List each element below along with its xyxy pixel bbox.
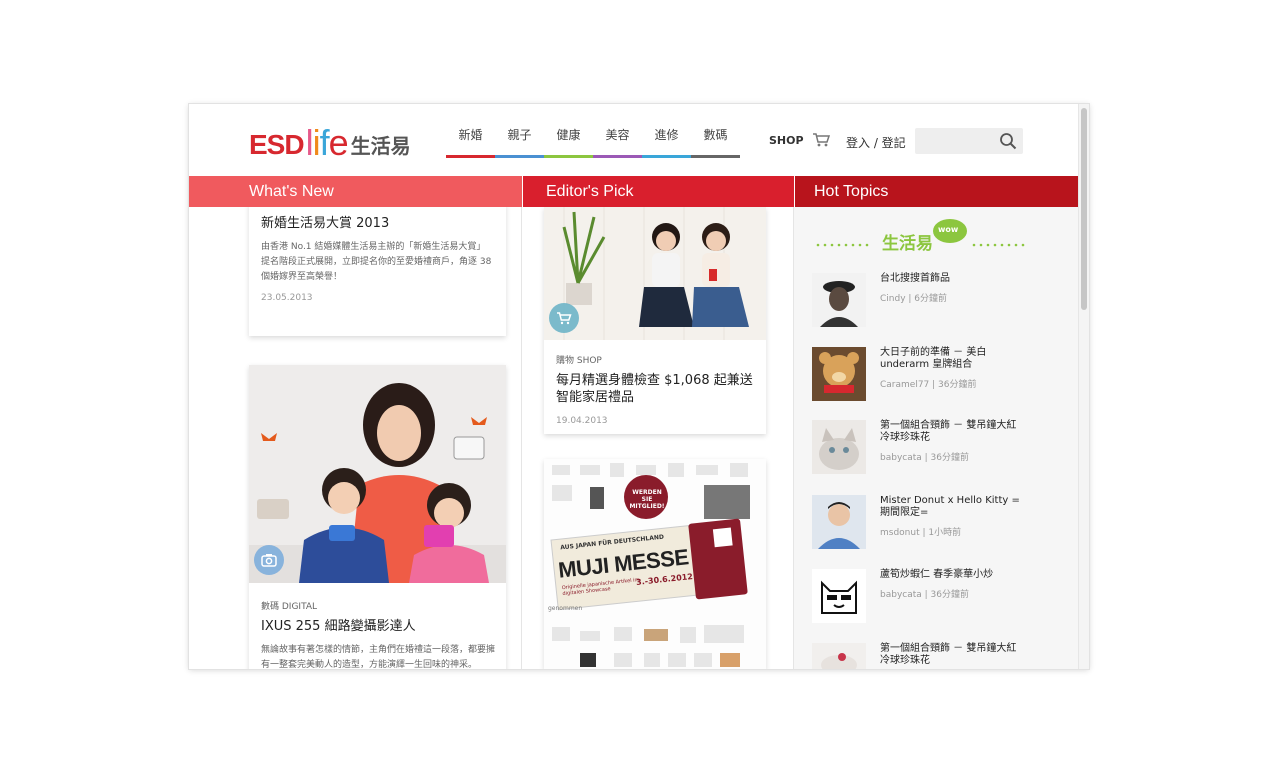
editors-pick-header: Editor's Pick <box>523 176 794 207</box>
nav-item-parenting[interactable]: 親子 <box>495 126 544 158</box>
nav-item-education[interactable]: 進修 <box>642 126 691 158</box>
hot-topic-item[interactable]: 蘆筍炒蝦仁 春季豪華小炒 babycata | 36分鐘前 <box>812 569 1052 629</box>
logo-esd: ESD <box>249 129 305 160</box>
news-card[interactable]: 數碼 DIGITAL IXUS 255 細路變攝影達人 無論故事有著怎樣的情節，… <box>249 365 506 669</box>
news-date: 23.05.2013 <box>261 293 313 303</box>
hot-topic-meta: Cindy | 6分鐘前 <box>880 294 948 304</box>
login-link[interactable]: 登入 / 登記 <box>846 134 906 151</box>
shopping-cart-badge-icon <box>549 303 579 333</box>
nav-item-digital[interactable]: 數碼 <box>691 126 740 158</box>
news-title: IXUS 255 細路變攝影達人 <box>261 619 416 634</box>
pick-date: 19.04.2013 <box>556 416 608 426</box>
nav-item-beauty[interactable]: 美容 <box>593 126 642 158</box>
nav-item-health[interactable]: 健康 <box>544 126 593 158</box>
logo-chinese: 生活易 <box>350 134 411 158</box>
poster-badge: WERDEN SIE MITGLIED! <box>629 489 665 510</box>
hot-topic-thumb <box>812 495 866 549</box>
hot-topic-title: Mister Donut x Hello Kitty =期間限定= <box>880 495 1020 518</box>
editors-pick-column: 購物 SHOP 每月精選身體檢查 $1,068 起兼送智能家居禮品 19.04.… <box>522 207 794 669</box>
shop-link[interactable]: SHOP <box>769 132 830 148</box>
nav-label: 進修 <box>654 128 679 142</box>
wow-label: 生活易 <box>882 234 933 254</box>
family-camera-photo <box>249 365 506 583</box>
news-title: 新婚生活易大賞 2013 <box>261 216 390 231</box>
whats-new-header: What's New <box>189 176 522 207</box>
hot-topic-title: 第一個組合頸飾 － 雙吊鐘大紅冷球珍珠花 <box>880 420 1017 443</box>
hot-topic-item[interactable]: 台北搜搜首飾品 Cindy | 6分鐘前 <box>812 273 1052 333</box>
hot-topic-item[interactable]: 第一個組合頸飾 － 雙吊鐘大紅冷球珍珠花 <box>812 643 1052 669</box>
hot-topic-item[interactable]: 第一個組合頸飾 － 雙吊鐘大紅冷球珍珠花 babycata | 36分鐘前 <box>812 420 1052 480</box>
hot-topic-meta: babycata | 36分鐘前 <box>880 590 969 600</box>
news-card[interactable]: 新婚生活易大賞 2013 由香港 No.1 結婚媒體生活易主辦的「新婚生活易大賞… <box>249 207 506 336</box>
search-box <box>915 128 1023 154</box>
hot-topic-title: 台北搜搜首飾品 <box>880 273 950 284</box>
vertical-scrollbar[interactable] <box>1078 104 1089 669</box>
cart-icon <box>812 133 830 147</box>
nav-label: 親子 <box>507 128 532 142</box>
hot-topic-meta: babycata | 36分鐘前 <box>880 453 969 463</box>
news-category: 數碼 DIGITAL <box>261 602 318 612</box>
hot-topic-thumb <box>812 347 866 401</box>
hot-topic-item[interactable]: Mister Donut x Hello Kitty =期間限定= msdonut… <box>812 495 1052 555</box>
nav-label: 新婚 <box>458 128 483 142</box>
nav-item-wedding[interactable]: 新婚 <box>446 126 495 158</box>
nav-label: 數碼 <box>703 128 728 142</box>
hot-topic-title: 第一個組合頸飾 － 雙吊鐘大紅冷球珍珠花 <box>880 643 1017 666</box>
search-input[interactable] <box>915 128 993 154</box>
site-logo[interactable]: ESD life 生活易 <box>249 120 411 163</box>
wow-badge: WOW <box>938 225 959 234</box>
whats-new-column: 新婚生活易大賞 2013 由香港 No.1 結婚媒體生活易主辦的「新婚生活易大賞… <box>189 207 522 669</box>
hot-topic-meta: msdonut | 1小時前 <box>880 528 962 538</box>
pick-category: 購物 SHOP <box>556 356 602 366</box>
muji-messe-poster: WERDEN SIE MITGLIED! AUS JAPAN FÜR DEUTS… <box>544 459 766 669</box>
hot-topic-title: 蘆筍炒蝦仁 春季豪華小炒 <box>880 569 994 580</box>
hot-topics-header: Hot Topics <box>795 176 1078 207</box>
nav-label: 美容 <box>605 128 630 142</box>
pick-card[interactable]: WERDEN SIE MITGLIED! AUS JAPAN FÜR DEUTS… <box>544 459 766 669</box>
search-icon[interactable] <box>999 132 1017 150</box>
column-header-bar: What's New Editor's Pick Hot Topics <box>189 176 1078 207</box>
hot-topics-column: 生活易 WOW 台北搜搜首飾品 Cindy | 6分鐘前 大日子前的準備 － 美白… <box>794 207 1079 669</box>
hot-topic-title: 大日子前的準備 － 美白 underarm 皇牌組合 <box>880 347 987 370</box>
logo-life: life <box>305 122 349 163</box>
hot-topic-thumb <box>812 643 866 669</box>
main-nav: 新婚 親子 健康 美容 進修 數碼 <box>446 126 740 158</box>
scrollbar-thumb[interactable] <box>1081 108 1087 310</box>
hot-topic-item[interactable]: 大日子前的準備 － 美白 underarm 皇牌組合 Caramel77 | 36… <box>812 347 1052 407</box>
wow-logo: 生活易 WOW <box>814 217 1044 257</box>
pick-title: 每月精選身體檢查 $1,068 起兼送智能家居禮品 <box>556 373 753 405</box>
hot-topic-meta: Caramel77 | 36分鐘前 <box>880 380 977 390</box>
news-desc: 由香港 No.1 結婚媒體生活易主辦的「新婚生活易大賞」提名階段正式展開，立即提… <box>261 242 492 282</box>
pick-card[interactable]: 購物 SHOP 每月精選身體檢查 $1,068 起兼送智能家居禮品 19.04.… <box>544 207 766 434</box>
camera-badge-icon <box>254 545 284 575</box>
poster-corner-text: genommen <box>548 605 583 612</box>
hot-topic-thumb <box>812 420 866 474</box>
hot-topic-thumb <box>812 569 866 623</box>
shop-label: SHOP <box>769 133 804 147</box>
nav-label: 健康 <box>556 128 581 142</box>
browser-window: ESD life 生活易 新婚 親子 健康 美容 進修 數碼 SHOP 登入 /… <box>189 104 1089 669</box>
news-desc: 無論故事有著怎樣的情節，主角們在婚禮這一段落，都要擁有一整套完美動人的造型，方能… <box>261 645 496 669</box>
hot-topic-thumb <box>812 273 866 327</box>
